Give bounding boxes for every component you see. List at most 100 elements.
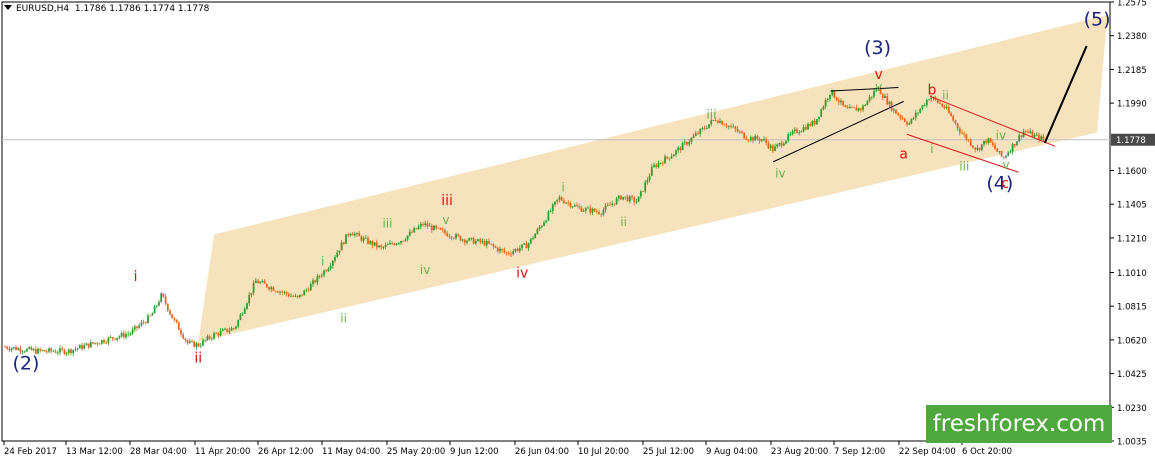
candle-body	[274, 290, 277, 292]
candle-body	[358, 233, 361, 237]
candle-body	[444, 230, 446, 234]
candle-body	[496, 247, 499, 252]
candle-body	[450, 236, 453, 239]
candle-body	[314, 280, 317, 283]
wave-label-primary: (4)	[986, 173, 1013, 195]
candle-body	[114, 338, 116, 340]
candle-body	[510, 253, 512, 255]
candle-body	[952, 116, 955, 121]
candle-body	[956, 123, 959, 129]
x-tick-label: 26 Jun 04:00	[515, 447, 569, 457]
candle-body	[122, 332, 125, 338]
candle-body	[611, 203, 614, 205]
candle-body	[466, 240, 468, 243]
candle-body	[734, 126, 737, 130]
candle-body	[1033, 134, 1036, 137]
candle-body	[490, 243, 493, 245]
candle-body	[74, 349, 77, 350]
candle-body	[846, 107, 849, 109]
candle-body	[615, 198, 618, 205]
dropdown-triangle-icon[interactable]	[4, 5, 12, 10]
candle-body	[109, 337, 112, 338]
candle-body	[895, 109, 897, 114]
candle-body	[243, 308, 246, 314]
candle-body	[994, 144, 996, 149]
x-tick-label: 6 Oct 20:00	[962, 447, 1012, 457]
price-chart[interactable]: (2)(3)(4)(5)iiiiiiivvabciiiiiiivviiiiiii…	[0, 0, 1155, 462]
candle-body	[864, 105, 867, 106]
candle-body	[556, 199, 559, 202]
candle-body	[743, 132, 746, 139]
candle-body	[655, 164, 658, 168]
y-tick-label: 1.1405	[1117, 201, 1147, 211]
wave-label-red: b	[927, 82, 936, 98]
candle-body	[593, 208, 596, 212]
candle-body	[182, 334, 185, 339]
candle-body	[600, 213, 603, 215]
candle-body	[787, 134, 790, 141]
candle-body	[375, 242, 378, 248]
candle-body	[549, 211, 552, 212]
candle-body	[400, 241, 402, 244]
candle-body	[703, 127, 706, 129]
candle-body	[991, 142, 994, 145]
candle-body	[501, 248, 504, 251]
candle-body	[798, 132, 801, 134]
candle-body	[745, 138, 748, 141]
candle-body	[765, 139, 768, 144]
wave-label-red: i	[134, 269, 138, 285]
candle-body	[741, 131, 743, 133]
candle-body	[441, 229, 444, 231]
candle-body	[6, 346, 9, 349]
candle-body	[829, 94, 831, 99]
x-tick-label: 13 Mar 12:00	[66, 447, 123, 457]
candle-body	[457, 234, 460, 236]
candle-body	[59, 348, 61, 353]
candle-body	[439, 227, 442, 230]
candle-body	[226, 328, 229, 332]
y-tick-label: 1.0035	[1117, 438, 1147, 448]
candle-body	[437, 227, 440, 229]
candle-body	[180, 330, 182, 335]
candle-body	[947, 107, 950, 113]
candle-body	[668, 157, 671, 159]
candle-body	[576, 205, 578, 207]
candle-body	[259, 282, 262, 284]
candle-body	[351, 233, 354, 236]
candle-body	[193, 341, 196, 347]
candle-body	[435, 225, 438, 228]
candle-body	[749, 137, 752, 141]
candle-body	[334, 257, 336, 261]
candle-body	[89, 342, 92, 348]
candle-body	[505, 252, 508, 254]
candle-body	[771, 145, 774, 152]
candle-body	[705, 128, 708, 129]
candle-body	[164, 296, 167, 304]
candle-body	[307, 289, 310, 291]
candle-body	[1035, 134, 1038, 136]
candle-body	[558, 197, 561, 200]
candle-body	[65, 352, 68, 355]
candle-body	[268, 287, 270, 290]
candle-body	[523, 243, 526, 245]
candle-body	[980, 144, 983, 150]
candle-body	[323, 270, 325, 276]
candle-body	[758, 138, 761, 141]
chart-header: EURUSD,H4 1.1786 1.1786 1.1774 1.1778	[4, 4, 209, 14]
candle-body	[774, 146, 776, 152]
candle-body	[488, 241, 490, 244]
candle-body	[1018, 135, 1021, 142]
x-tick-label: 23 Aug 20:00	[771, 447, 828, 457]
candle-body	[81, 345, 83, 349]
candle-body	[426, 223, 429, 227]
y-tick-label: 1.2380	[1117, 32, 1147, 42]
candle-body	[206, 336, 209, 341]
candle-body	[265, 283, 268, 288]
candle-body	[186, 340, 189, 343]
candle-body	[822, 106, 825, 110]
candle-body	[272, 287, 275, 291]
candle-body	[752, 137, 754, 141]
candle-body	[12, 347, 15, 349]
candle-body	[631, 196, 633, 198]
candle-body	[626, 196, 629, 202]
